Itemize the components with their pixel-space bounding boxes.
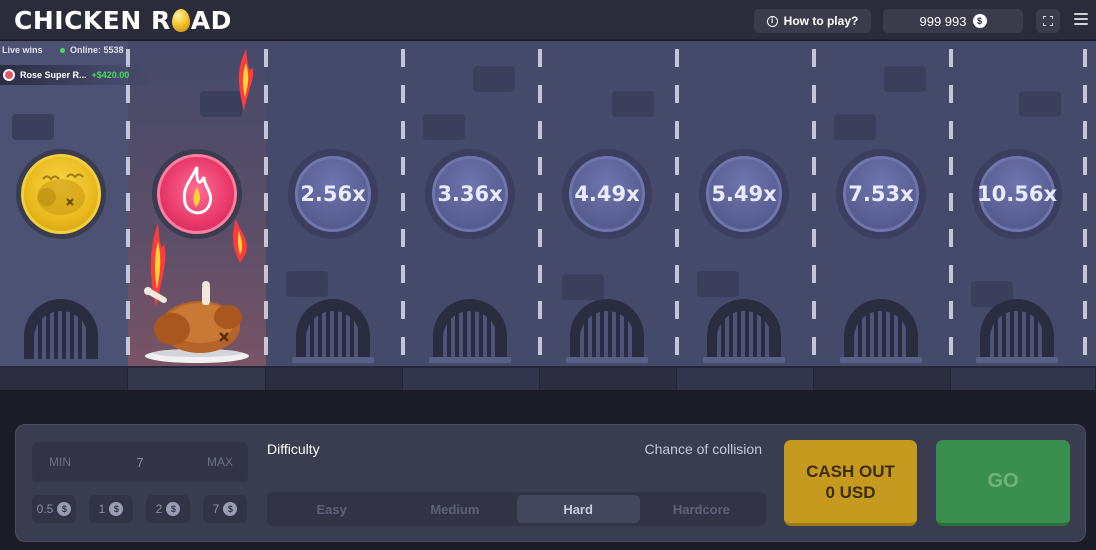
- min-bet-button[interactable]: MIN: [32, 442, 88, 482]
- multiplier-coin: 4.49x: [562, 149, 652, 239]
- sewer-grate: [566, 299, 648, 363]
- difficulty-label: Difficulty: [267, 441, 320, 457]
- how-to-play-button[interactable]: i How to play?: [754, 9, 871, 33]
- multiplier-coin: 3.36x: [425, 149, 515, 239]
- sewer-grate: [20, 299, 102, 363]
- win-amount: +$420.00: [91, 70, 130, 80]
- info-icon: i: [766, 15, 778, 27]
- lane-divider: [675, 49, 679, 361]
- dollar-coin-icon: $: [972, 14, 987, 28]
- roasted-chicken-icon: [144, 281, 249, 363]
- multiplier-value: 4.49x: [569, 156, 645, 232]
- sewer-grate: [840, 299, 922, 363]
- multiplier-coin: 5.49x: [699, 149, 789, 239]
- online-count: Online: 5538: [60, 45, 124, 55]
- sewer-grate: [703, 299, 785, 363]
- sewer-grate: [429, 299, 511, 363]
- multiplier-coin: 10.56x: [972, 149, 1062, 239]
- win-player-name: Rose Super R...: [20, 70, 87, 80]
- multiplier-value: 2.56x: [295, 156, 371, 232]
- chicken-road-game: CHICKEN R AD i How to play? 999 993 $ 2.…: [0, 0, 1096, 550]
- multiplier-value: 5.49x: [706, 156, 782, 232]
- go-button[interactable]: GO: [936, 440, 1070, 526]
- multiplier-value: 10.56x: [977, 156, 1057, 232]
- multiplier-coin: 7.53x: [836, 149, 926, 239]
- online-dot-icon: [60, 47, 65, 53]
- top-bar: CHICKEN R AD i How to play? 999 993 $: [0, 0, 1096, 40]
- menu-button[interactable]: [1074, 13, 1088, 25]
- avatar: [3, 69, 15, 81]
- bet-value[interactable]: 7: [88, 442, 192, 482]
- logo-text-left: CHICKEN R: [14, 5, 171, 35]
- cash-out-button[interactable]: CASH OUT 0 USD: [784, 440, 917, 526]
- cash-out-amount: 0 USD: [825, 482, 876, 502]
- sewer-grate: [976, 299, 1058, 363]
- dollar-coin-icon: $: [166, 502, 181, 516]
- control-panel: MIN 7 MAX 0.5 $ 1 $ 2 $ 7 $ Difficulty Chanc…: [15, 424, 1086, 542]
- lane-divider: [126, 49, 130, 361]
- fullscreen-icon: [1043, 16, 1053, 26]
- flame-icon: [233, 219, 247, 263]
- chance-of-collision-label: Chance of collision: [644, 441, 762, 457]
- chicken-face-icon: [37, 173, 85, 215]
- difficulty-hard[interactable]: Hard: [516, 495, 640, 523]
- lane-divider: [264, 49, 268, 361]
- logo: CHICKEN R AD: [14, 5, 232, 35]
- lane-divider: [812, 49, 816, 361]
- fullscreen-button[interactable]: [1036, 9, 1060, 33]
- bet-amount-input: MIN 7 MAX: [32, 442, 248, 482]
- dollar-coin-icon: $: [223, 502, 238, 516]
- lane-divider: [538, 49, 542, 361]
- online-count-text: Online: 5538: [70, 45, 124, 55]
- quick-bet-chip[interactable]: 2 $: [146, 495, 190, 523]
- live-wins-title: Live wins: [2, 45, 43, 55]
- game-board: 2.56x 3.36x 4.49x 5.49x 7.53x 10.56x: [0, 41, 1096, 390]
- lane-divider: [401, 49, 405, 361]
- quick-bet-chip[interactable]: 1 $: [89, 495, 133, 523]
- difficulty-hardcore[interactable]: Hardcore: [640, 495, 763, 523]
- golden-egg-icon: [171, 8, 190, 32]
- flame-icon: [182, 166, 213, 215]
- cash-out-label: CASH OUT: [806, 461, 895, 481]
- hamburger-icon: [1074, 13, 1088, 15]
- live-win-row: Rose Super R... +$420.00: [0, 65, 150, 85]
- lane-divider: [1083, 49, 1087, 361]
- how-to-play-label: How to play?: [783, 14, 859, 28]
- chip-value: 7: [212, 502, 220, 516]
- multiplier-value: 3.36x: [432, 156, 508, 232]
- difficulty-easy[interactable]: Easy: [270, 495, 393, 523]
- chip-value: 2: [155, 502, 163, 516]
- live-wins-panel: Live wins Online: 5538 Rose Super R... +…: [0, 41, 150, 93]
- quick-bet-chip[interactable]: 0.5 $: [32, 495, 76, 523]
- sewer-grate: [292, 299, 374, 363]
- chip-value: 1: [98, 502, 106, 516]
- quick-bet-chips: 0.5 $ 1 $ 2 $ 7 $: [32, 495, 248, 523]
- difficulty-selector: Easy Medium Hard Hardcore: [267, 492, 766, 526]
- dollar-coin-icon: $: [109, 502, 124, 516]
- multiplier-coin: 2.56x: [288, 149, 378, 239]
- quick-bet-chip[interactable]: 7 $: [203, 495, 247, 523]
- max-bet-button[interactable]: MAX: [192, 442, 248, 482]
- lane-divider: [949, 49, 953, 361]
- road-strip: [0, 366, 1096, 390]
- balance-value: 999 993: [919, 13, 967, 29]
- start-coin: [16, 149, 106, 239]
- logo-text-right: AD: [190, 5, 232, 35]
- multiplier-value: 7.53x: [843, 156, 919, 232]
- balance-display: 999 993 $: [883, 9, 1023, 33]
- difficulty-medium[interactable]: Medium: [393, 495, 516, 523]
- chip-value: 0.5: [36, 502, 54, 516]
- dollar-coin-icon: $: [57, 502, 72, 516]
- flame-icon: [238, 49, 254, 111]
